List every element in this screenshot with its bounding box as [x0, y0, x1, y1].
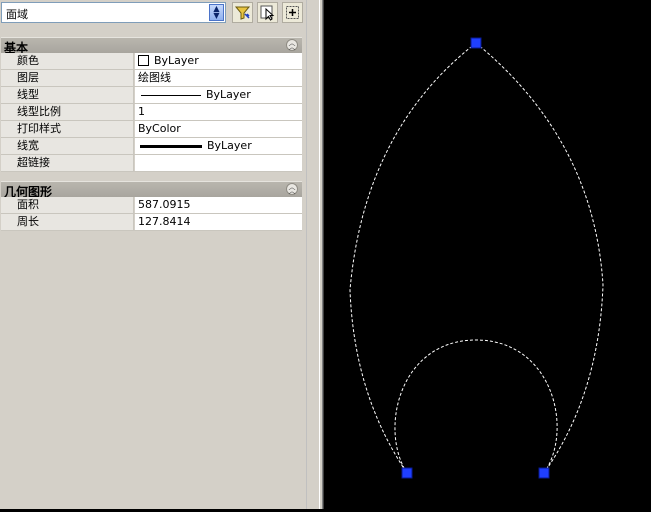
geometry-properties-grid: 面积 587.0915 周长 127.8414	[1, 197, 302, 231]
property-value-plot-style[interactable]: ByColor	[135, 121, 302, 137]
property-name: 颜色	[1, 53, 134, 69]
drawing-svg	[349, 37, 604, 479]
property-name: 线型比例	[1, 104, 134, 120]
pickadd-toggle-button[interactable]	[282, 2, 303, 23]
pickadd-toggle-icon	[286, 6, 299, 19]
property-value-area[interactable]: 587.0915	[135, 197, 302, 213]
quick-select-button[interactable]	[232, 2, 253, 23]
property-row-plot-style[interactable]: 打印样式 ByColor	[1, 121, 302, 138]
drawing-canvas[interactable]	[324, 0, 651, 509]
property-value-text: ByLayer	[154, 54, 199, 67]
property-value-text: ByLayer	[207, 139, 252, 152]
linetype-preview-icon	[141, 94, 201, 96]
property-name: 图层	[1, 70, 134, 86]
palette-scrollbar[interactable]	[306, 0, 318, 509]
lineweight-preview-icon	[140, 144, 202, 148]
color-swatch-icon	[138, 54, 149, 66]
object-type-value: 面域	[6, 8, 28, 21]
region-outline[interactable]	[475, 42, 604, 474]
properties-palette: 面域 ▲ ▼ 基本 ︿ ︿ 颜色 ByLayer 图层 绘图线 线型 ByLay…	[0, 0, 318, 509]
region-outline[interactable]	[349, 42, 477, 474]
select-objects-button[interactable]	[257, 2, 278, 23]
property-name: 周长	[1, 214, 134, 230]
property-row-lineweight[interactable]: 线宽 ByLayer	[1, 138, 302, 155]
general-properties-grid: 颜色 ByLayer 图层 绘图线 线型 ByLayer 线型比例 1 打印样式…	[1, 53, 302, 172]
property-value-linetype-scale[interactable]: 1	[135, 104, 302, 120]
region-inner-arc[interactable]	[394, 339, 558, 474]
property-name: 面积	[1, 197, 134, 213]
property-name: 超链接	[1, 155, 134, 171]
property-row-linetype[interactable]: 线型 ByLayer	[1, 87, 302, 104]
property-row-layer[interactable]: 图层 绘图线	[1, 70, 302, 87]
grip-top[interactable]	[470, 37, 482, 49]
property-name: 线型	[1, 87, 134, 103]
chevron-down-icon[interactable]: ▲ ▼	[209, 4, 224, 21]
property-value-layer[interactable]: 绘图线	[135, 70, 302, 86]
property-value-text: ByLayer	[206, 88, 251, 101]
property-value-linetype[interactable]: ByLayer	[135, 87, 302, 103]
property-value-lineweight[interactable]: ByLayer	[135, 138, 302, 154]
collapse-icon[interactable]: ︿ ︿	[286, 39, 298, 51]
property-row-color[interactable]: 颜色 ByLayer	[1, 53, 302, 70]
collapse-icon[interactable]: ︿ ︿	[286, 183, 298, 195]
property-row-hyperlink[interactable]: 超链接	[1, 155, 302, 172]
property-value-perimeter[interactable]: 127.8414	[135, 214, 302, 230]
property-row-area[interactable]: 面积 587.0915	[1, 197, 302, 214]
select-objects-icon	[260, 5, 275, 21]
object-type-dropdown[interactable]: 面域 ▲ ▼	[1, 2, 226, 23]
property-row-perimeter[interactable]: 周长 127.8414	[1, 214, 302, 231]
property-row-linetype-scale[interactable]: 线型比例 1	[1, 104, 302, 121]
property-name: 线宽	[1, 138, 134, 154]
property-name: 打印样式	[1, 121, 134, 137]
grip-bottom-right[interactable]	[538, 467, 550, 479]
section-general-header[interactable]: 基本 ︿ ︿	[1, 37, 302, 55]
quick-select-icon	[234, 6, 251, 20]
grip-bottom-left[interactable]	[401, 467, 413, 479]
property-value-hyperlink[interactable]	[135, 155, 302, 171]
property-value-color[interactable]: ByLayer	[135, 53, 302, 69]
section-geometry-header[interactable]: 几何图形 ︿ ︿	[1, 181, 302, 199]
